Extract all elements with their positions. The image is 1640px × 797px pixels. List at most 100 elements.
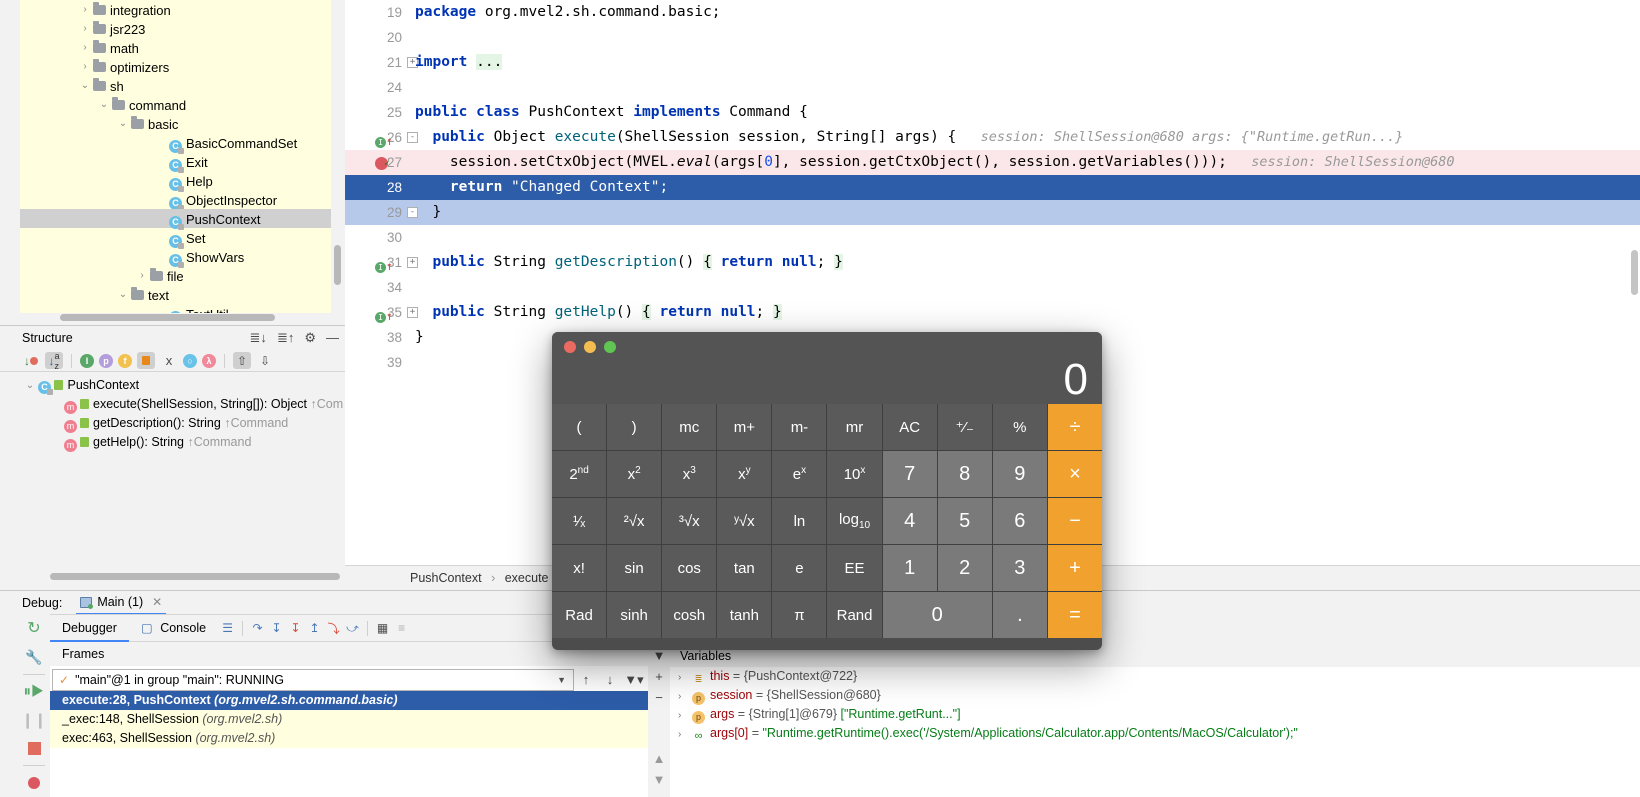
calc-key-[interactable]: ( <box>552 404 607 450</box>
breadcrumb-method[interactable]: execute <box>505 571 549 585</box>
project-tree-item[interactable]: C ShowVars <box>20 247 331 269</box>
show-anonymous-icon[interactable]: ○ <box>183 353 197 368</box>
hide-icon[interactable]: — <box>326 326 339 350</box>
calc-key-tanh[interactable]: tanh <box>717 592 772 638</box>
project-tree-item[interactable]: CTextUtil <box>20 304 331 313</box>
calc-key-e[interactable]: ex <box>772 451 827 497</box>
calc-key-[interactable]: − <box>1047 498 1102 544</box>
tree-toggle-icon[interactable]: › <box>77 38 93 57</box>
show-fields-icon[interactable]: f <box>118 353 132 368</box>
line-number[interactable]: 39 <box>345 350 410 375</box>
editor-line[interactable]: 20 <box>345 25 1640 50</box>
structure-tree-item[interactable]: m getHelp(): String ↑Command <box>0 433 345 452</box>
project-tree-item[interactable]: ⌄ basic <box>20 114 331 133</box>
force-step-into-icon[interactable]: ↧ <box>286 619 305 638</box>
frame-row[interactable]: _exec:148, ShellSession (org.mvel2.sh) <box>50 710 648 729</box>
project-tree-item[interactable]: C PushContext <box>20 209 331 231</box>
calc-key-[interactable]: . <box>992 592 1047 638</box>
line-number[interactable]: 24 <box>345 75 410 100</box>
resume-icon[interactable]: ⏸▶ <box>18 677 50 706</box>
calc-key-e[interactable]: e <box>772 545 827 591</box>
close-icon[interactable] <box>564 341 576 353</box>
run-to-cursor-icon[interactable]: ⤻ <box>343 619 362 638</box>
calc-key-[interactable]: ¹⁄ₓ <box>552 498 607 544</box>
calc-key-3[interactable]: 3 <box>992 545 1047 591</box>
line-number[interactable]: 19 <box>345 0 410 25</box>
mute-breakpoints-icon[interactable]: ≡ <box>392 619 411 638</box>
drop-frame-icon[interactable]: ⤵ <box>324 619 343 638</box>
thread-combo[interactable]: ✓ "main"@1 in group "main": RUNNING ▼ <box>52 668 574 691</box>
calc-key-m[interactable]: m- <box>772 404 827 450</box>
calc-key-log[interactable]: log10 <box>827 498 882 544</box>
calc-key-mr[interactable]: mr <box>827 404 882 450</box>
sort-by-visibility-icon[interactable]: ↓ <box>22 352 40 369</box>
variable-row[interactable]: › ∞ args[0] = "Runtime.getRuntime().exec('… <box>670 724 1640 743</box>
calc-key-x[interactable]: x2 <box>607 451 662 497</box>
tree-toggle-icon[interactable]: ⌄ <box>77 76 93 95</box>
tree-toggle-icon[interactable]: › <box>77 0 93 19</box>
editor-vertical-scrollbar[interactable] <box>1631 250 1638 295</box>
line-number[interactable]: 38 <box>345 325 410 350</box>
editor-line[interactable]: 24 <box>345 75 1640 100</box>
expand-icon[interactable]: › <box>678 687 692 706</box>
variables-list[interactable]: › ≣ this = {PushContext@722} › p session = {S… <box>670 667 1640 743</box>
editor-lines[interactable]: 19 package org.mvel2.sh.command.basic; 20 2… <box>345 0 1640 375</box>
calc-key-1[interactable]: 1 <box>882 545 937 591</box>
line-number[interactable]: 20 <box>345 25 410 50</box>
tree-toggle-icon[interactable]: › <box>77 19 93 38</box>
editor-line[interactable]: 30 <box>345 225 1640 250</box>
calc-key-sinh[interactable]: sinh <box>607 592 662 638</box>
frame-row[interactable]: exec:463, ShellSession (org.mvel2.sh) <box>50 729 648 748</box>
calc-key-2[interactable]: 2 <box>937 545 992 591</box>
scroll-down-icon[interactable]: ▼ <box>648 769 670 790</box>
scroll-up-icon[interactable]: ▲ <box>648 748 670 769</box>
evaluate-icon[interactable]: ▦ <box>373 619 392 638</box>
calc-key-m[interactable]: m+ <box>717 404 772 450</box>
tree-toggle-icon[interactable]: ⌄ <box>96 95 112 114</box>
expand-icon[interactable]: › <box>678 725 692 744</box>
collapse-all-icon[interactable]: ≣↑ <box>277 326 294 350</box>
variable-row[interactable]: › p args = {String[1]@679} ["Runtime.getRu… <box>670 705 1640 724</box>
frame-row[interactable]: execute:28, PushContext (org.mvel2.sh.co… <box>50 691 648 710</box>
variable-row[interactable]: › p session = {ShellSession@680} <box>670 686 1640 705</box>
calc-key-2nd[interactable]: 2nd <box>552 451 607 497</box>
calc-key-EE[interactable]: EE <box>827 545 882 591</box>
project-tree-item[interactable]: › optimizers <box>20 57 331 76</box>
gear-icon[interactable]: ⚙ <box>304 326 316 350</box>
project-tree-item[interactable]: ⌄ text <box>20 285 331 304</box>
expand-icon[interactable]: › <box>678 668 692 687</box>
project-tree-item[interactable]: C Exit <box>20 152 331 174</box>
calc-key-x[interactable]: ʸ√x <box>717 498 772 544</box>
editor-line[interactable]: 29- } <box>345 200 1640 225</box>
frames-list[interactable]: execute:28, PushContext (org.mvel2.sh.co… <box>50 691 648 748</box>
layout-icon[interactable]: ☰ <box>218 619 237 638</box>
tree-toggle-icon[interactable]: › <box>134 266 150 285</box>
structure-tree[interactable]: ⌄ C PushContext m execute(ShellSession, Str… <box>0 372 345 452</box>
calc-key-0[interactable]: 0 <box>882 592 992 638</box>
project-tree-item[interactable]: ⌄ command <box>20 95 331 114</box>
calc-key-6[interactable]: 6 <box>992 498 1047 544</box>
debug-session-tab[interactable]: Main (1) ✕ <box>76 591 167 615</box>
calculator-window[interactable]: 0 () mc m+ m-mr AC ⁺⁄₋% ÷ 2nd x2 x3 xy ex 10x 7 8 9 × ¹⁄ₓ… <box>552 332 1102 650</box>
calc-key-tan[interactable]: tan <box>717 545 772 591</box>
project-horizontal-scrollbar[interactable] <box>60 314 275 321</box>
calculator-keypad[interactable]: () mc m+ m-mr AC ⁺⁄₋% ÷ 2nd x2 x3 xy ex 10x 7 8 9 × ¹⁄ₓ ²√… <box>552 404 1102 638</box>
calc-key-[interactable]: ) <box>607 404 662 450</box>
project-tree-item[interactable]: › integration <box>20 0 331 19</box>
editor-line[interactable]: 31 I ↑ + public String getDescription() { r… <box>345 250 1640 275</box>
rerun-icon[interactable]: ↻ <box>18 614 50 643</box>
editor-line[interactable]: 19 package org.mvel2.sh.command.basic; <box>345 0 1640 25</box>
project-tree[interactable]: › integration › jsr223 › math › optimizers ⌄ sh ⌄ c… <box>20 0 331 313</box>
project-tree-item[interactable]: C Help <box>20 171 331 193</box>
project-tree-item[interactable]: › jsr223 <box>20 19 331 38</box>
calc-key-[interactable]: ⁺⁄₋ <box>937 404 992 450</box>
project-tree-item[interactable]: C Set <box>20 228 331 250</box>
line-number[interactable]: 34 <box>345 275 410 300</box>
calc-key-[interactable]: % <box>992 404 1047 450</box>
calc-key-x[interactable]: xy <box>717 451 772 497</box>
stop-icon[interactable] <box>18 734 50 763</box>
calc-key-[interactable]: + <box>1047 545 1102 591</box>
editor-line[interactable]: 26 I ↑ - public Object execute(ShellSession… <box>345 125 1640 150</box>
close-icon[interactable]: ✕ <box>152 595 162 609</box>
calc-key-4[interactable]: 4 <box>882 498 937 544</box>
